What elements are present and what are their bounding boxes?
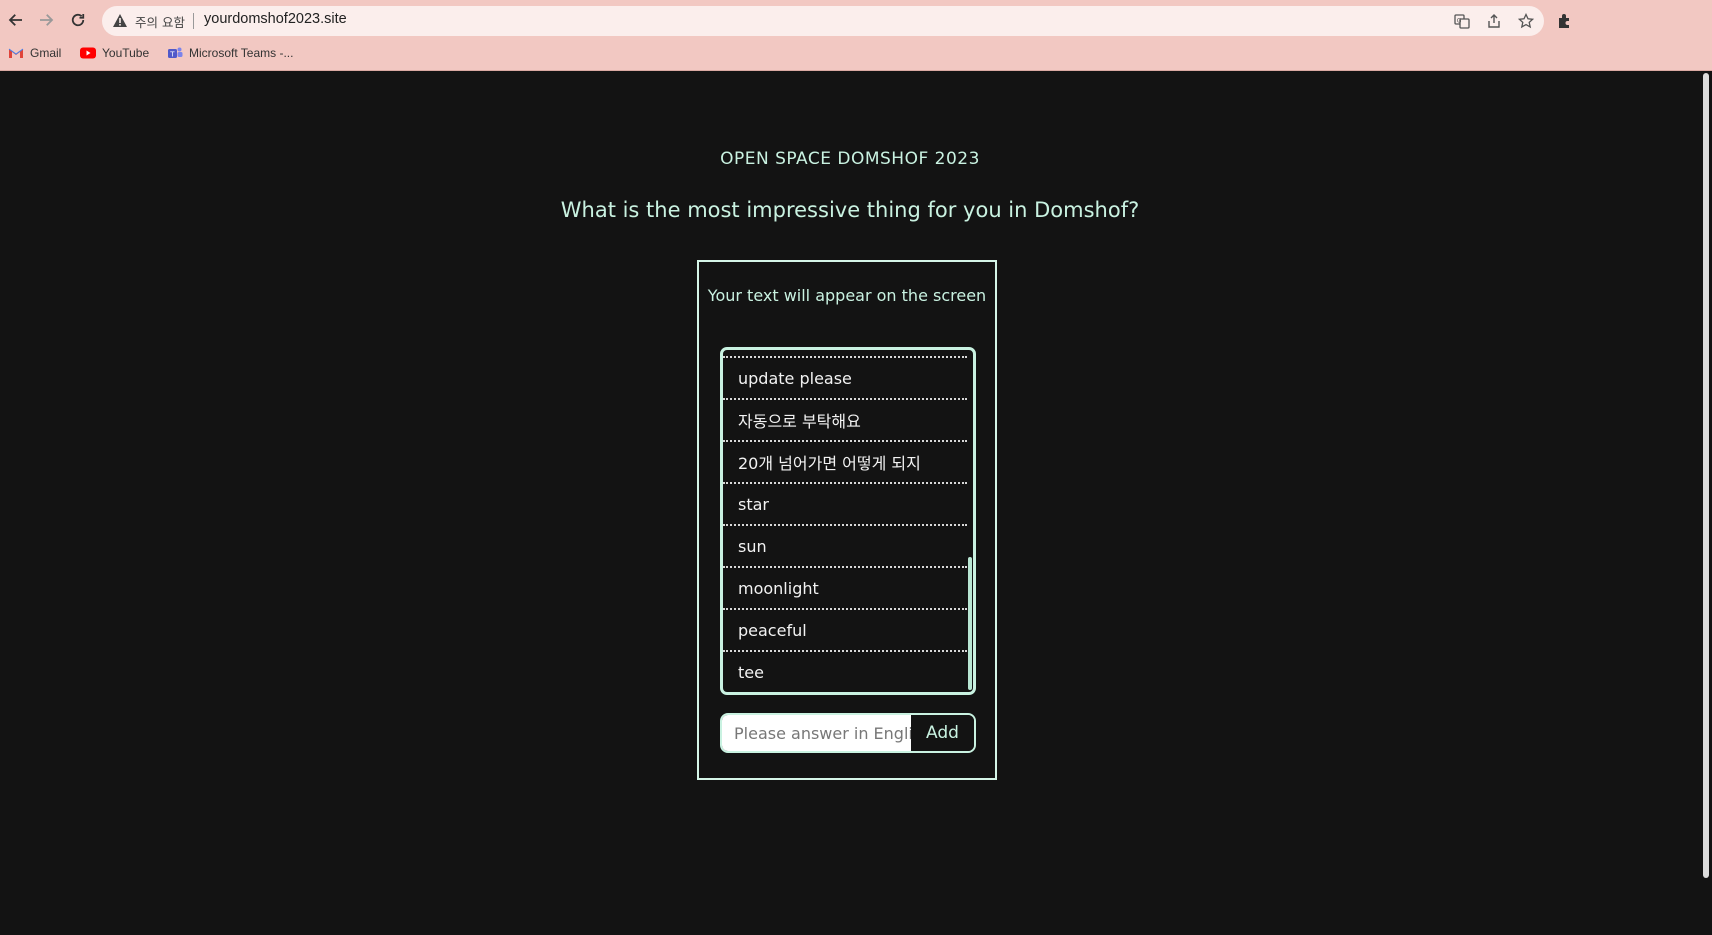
add-button[interactable]: Add xyxy=(911,715,974,751)
security-warning-label[interactable]: 주의 요함 xyxy=(135,12,185,31)
list-item: tee xyxy=(723,652,967,692)
svg-text:T: T xyxy=(169,50,175,58)
bookmark-label: YouTube xyxy=(102,46,150,60)
answer-card: Your text will appear on the screen upda… xyxy=(697,260,997,780)
address-separator xyxy=(193,13,194,29)
extensions-button[interactable] xyxy=(1556,12,1574,30)
teams-icon: T xyxy=(168,47,183,58)
gmail-icon xyxy=(8,48,24,58)
browser-toolbar: 주의 요함 yourdomshof2023.site G xyxy=(0,2,1712,38)
answer-input[interactable] xyxy=(722,715,911,751)
answer-form: Add xyxy=(720,713,976,753)
warning-icon xyxy=(113,14,127,27)
card-title: Your text will appear on the screen xyxy=(707,286,987,305)
share-icon xyxy=(1488,14,1500,28)
list-item: peaceful xyxy=(723,610,967,652)
answers-list-scrollbar-thumb[interactable] xyxy=(968,557,972,690)
translate-button[interactable]: G xyxy=(1454,13,1470,29)
answers-list[interactable]: update please 자동으로 부탁해요 20개 넘어가면 어떻게 되지 … xyxy=(720,347,976,695)
share-button[interactable] xyxy=(1486,13,1502,29)
list-item xyxy=(723,350,967,358)
bookmark-youtube[interactable]: YouTube xyxy=(80,43,149,63)
browser-chrome: 주의 요함 yourdomshof2023.site G Gmail YouTu… xyxy=(0,0,1712,71)
list-item: 자동으로 부탁해요 xyxy=(723,400,967,442)
svg-text:G: G xyxy=(1457,17,1462,24)
youtube-icon xyxy=(80,47,96,59)
list-item: moonlight xyxy=(723,568,967,610)
bookmark-label: Microsoft Teams -... xyxy=(189,46,294,60)
page-scrollbar[interactable] xyxy=(1700,71,1712,935)
question-heading: What is the most impressive thing for yo… xyxy=(560,198,1140,222)
bookmark-teams[interactable]: T Microsoft Teams -... xyxy=(167,43,293,63)
answers-list-scrollbar[interactable] xyxy=(967,350,973,692)
list-item: update please xyxy=(723,358,967,400)
bookmark-gmail[interactable]: Gmail xyxy=(8,43,61,63)
address-bar[interactable]: 주의 요함 yourdomshof2023.site G xyxy=(102,6,1544,36)
bookmark-star-button[interactable] xyxy=(1517,12,1535,29)
puzzle-icon xyxy=(1559,14,1569,28)
bookmark-label: Gmail xyxy=(30,46,62,60)
list-item: star xyxy=(723,484,967,526)
answers-list-inner: update please 자동으로 부탁해요 20개 넘어가면 어떻게 되지 … xyxy=(723,350,967,692)
page-scrollbar-thumb[interactable] xyxy=(1703,73,1709,878)
star-icon xyxy=(1517,12,1535,29)
bookmarks-bar: Gmail YouTube T Microsoft Teams -... xyxy=(0,42,1712,64)
back-button[interactable] xyxy=(4,8,28,32)
answers-list-viewport: update please 자동으로 부탁해요 20개 넘어가면 어떻게 되지 … xyxy=(723,350,967,692)
list-item: sun xyxy=(723,526,967,568)
url-text[interactable]: yourdomshof2023.site xyxy=(204,11,347,27)
list-item: 20개 넘어가면 어떻게 되지 xyxy=(723,442,967,484)
translate-icon: G xyxy=(1454,14,1470,29)
arrow-right-icon xyxy=(40,14,54,26)
arrow-left-icon xyxy=(8,14,22,26)
reload-icon xyxy=(71,13,85,27)
forward-button[interactable] xyxy=(34,8,58,32)
reload-button[interactable] xyxy=(66,8,90,32)
site-title: OPEN SPACE DOMSHOF 2023 xyxy=(720,149,980,169)
